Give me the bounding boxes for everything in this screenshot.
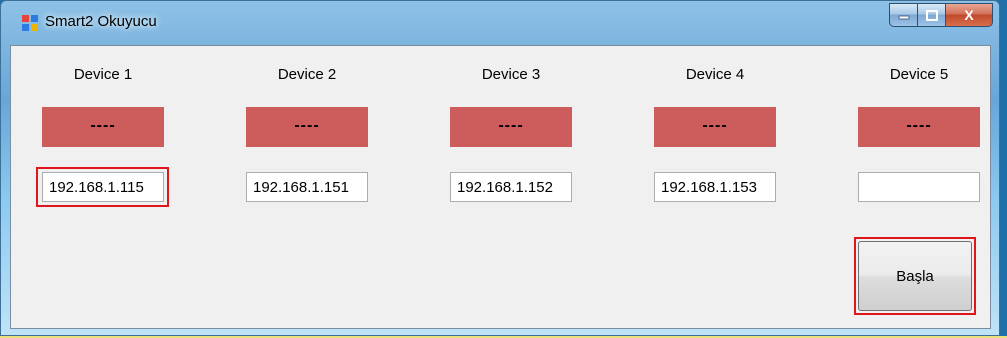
device-5-label: Device 5 <box>889 66 949 83</box>
device-1-ip-input[interactable] <box>42 172 164 202</box>
device-2-ip-input[interactable] <box>246 172 368 202</box>
close-icon: X <box>964 7 974 23</box>
minimize-button[interactable] <box>889 3 917 27</box>
window-title: Smart2 Okuyucu <box>45 13 157 30</box>
app-window: Smart2 Okuyucu X Device 1 Device 2 Devic… <box>0 0 1000 336</box>
device-4-status: ---- <box>654 107 776 147</box>
device-2-status: ---- <box>246 107 368 147</box>
device-1-status: ---- <box>42 107 164 147</box>
device-5-ip-input[interactable] <box>858 172 980 202</box>
maximize-icon <box>925 9 938 21</box>
device-4-label: Device 4 <box>685 66 745 83</box>
device-3-label: Device 3 <box>481 66 541 83</box>
device-4-ip-input[interactable] <box>654 172 776 202</box>
client-area: Device 1 Device 2 Device 3 Device 4 Devi… <box>10 45 991 329</box>
title-bar[interactable]: Smart2 Okuyucu X <box>1 1 999 45</box>
maximize-button[interactable] <box>917 3 945 27</box>
window-controls: X <box>889 3 993 28</box>
device-3-status: ---- <box>450 107 572 147</box>
device-5-status: ---- <box>858 107 980 147</box>
device-1-label: Device 1 <box>73 66 133 83</box>
close-button[interactable]: X <box>945 3 993 27</box>
device-3-ip-input[interactable] <box>450 172 572 202</box>
minimize-icon <box>898 15 909 20</box>
device-2-label: Device 2 <box>277 66 337 83</box>
app-icon <box>22 15 38 31</box>
start-button[interactable]: Başla <box>858 241 972 311</box>
